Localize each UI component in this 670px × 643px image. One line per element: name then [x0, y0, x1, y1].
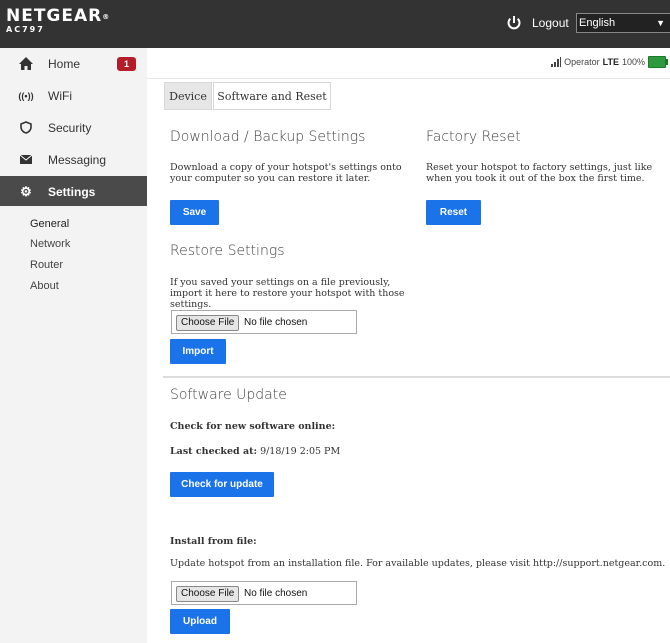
power-icon[interactable] [506, 15, 522, 31]
upload-file-input[interactable]: Choose File No file chosen [171, 581, 357, 605]
choose-file-button[interactable]: Choose File [176, 586, 240, 602]
no-file-text: No file chosen [244, 317, 308, 328]
upload-button[interactable]: Upload [170, 609, 230, 634]
sidebar-item-security[interactable]: Security [0, 112, 147, 144]
subnav-network[interactable]: Network [30, 238, 70, 250]
sidebar-item-settings[interactable]: ⚙ Settings [0, 176, 147, 206]
netgear-logo[interactable]: NETGEAR® AC797 [6, 7, 110, 35]
section-divider [163, 376, 670, 378]
backup-title: Download / Backup Settings [170, 129, 366, 145]
home-icon [18, 57, 34, 71]
support-link[interactable]: http://support.netgear.com. [533, 558, 665, 569]
restore-description: If you saved your settings on a file pre… [170, 277, 405, 310]
chevron-down-icon: ▼ [656, 18, 665, 28]
envelope-icon [18, 153, 34, 167]
operator-label: Operator [564, 57, 600, 67]
gear-icon: ⚙ [20, 184, 32, 199]
subnav-general[interactable]: General [30, 218, 69, 230]
install-description-row: Update hotspot from an installation file… [170, 558, 665, 569]
brand-name: NETGEAR [6, 6, 103, 26]
language-value: English [579, 17, 616, 29]
last-checked-value: 9/18/19 2:05 PM [260, 446, 341, 457]
signal-icon [551, 57, 562, 67]
install-description: Update hotspot from an installation file… [170, 558, 530, 569]
import-button[interactable]: Import [170, 339, 226, 364]
divider [147, 78, 670, 79]
sidebar-item-label: Home [48, 57, 81, 71]
software-update-title: Software Update [170, 387, 287, 403]
wifi-icon: ((•)) [18, 91, 34, 101]
factory-reset-title: Factory Reset [426, 129, 521, 145]
restore-title: Restore Settings [170, 243, 285, 259]
backup-description: Download a copy of your hotspot's settin… [170, 162, 402, 184]
no-file-text: No file chosen [244, 588, 308, 599]
sidebar-item-label: Security [48, 121, 92, 135]
sidebar-item-label: WiFi [48, 89, 72, 103]
battery-icon [648, 56, 668, 68]
sidebar: Home 1 ((•)) WiFi Security Messaging ⚙ S… [0, 48, 147, 643]
factory-reset-description: Reset your hotspot to factory settings, … [426, 162, 653, 184]
save-button[interactable]: Save [170, 200, 219, 225]
shield-icon [18, 121, 34, 135]
subnav-router[interactable]: Router [30, 259, 63, 271]
check-online-label: Check for new software online: [170, 421, 336, 432]
reset-button[interactable]: Reset [426, 200, 481, 225]
tab-device[interactable]: Device [164, 82, 212, 110]
choose-file-button[interactable]: Choose File [176, 315, 240, 331]
sidebar-item-label: Messaging [48, 153, 107, 167]
tab-software-and-reset[interactable]: Software and Reset [213, 82, 331, 110]
last-checked-label: Last checked at: [170, 446, 258, 457]
restore-file-input[interactable]: Choose File No file chosen [171, 310, 357, 334]
last-checked-row: Last checked at: 9/18/19 2:05 PM [170, 446, 340, 457]
sidebar-item-label: Settings [48, 185, 96, 199]
logout-link[interactable]: Logout [532, 15, 569, 31]
check-for-update-button[interactable]: Check for update [170, 472, 274, 497]
top-bar: NETGEAR® AC797 Logout English ▼ [0, 0, 670, 48]
language-select[interactable]: English ▼ [576, 13, 670, 33]
network-type: LTE [602, 57, 619, 67]
install-from-file-label: Install from file: [170, 536, 257, 547]
battery-level: 100% [621, 57, 645, 67]
status-bar: Operator LTE 100% [551, 56, 668, 68]
sidebar-item-wifi[interactable]: ((•)) WiFi [0, 80, 147, 112]
sidebar-item-messaging[interactable]: Messaging [0, 144, 147, 176]
model-name: AC797 [6, 25, 45, 34]
sidebar-item-home[interactable]: Home 1 [0, 48, 147, 80]
notification-badge: 1 [117, 57, 136, 71]
subnav-about[interactable]: About [30, 280, 59, 292]
